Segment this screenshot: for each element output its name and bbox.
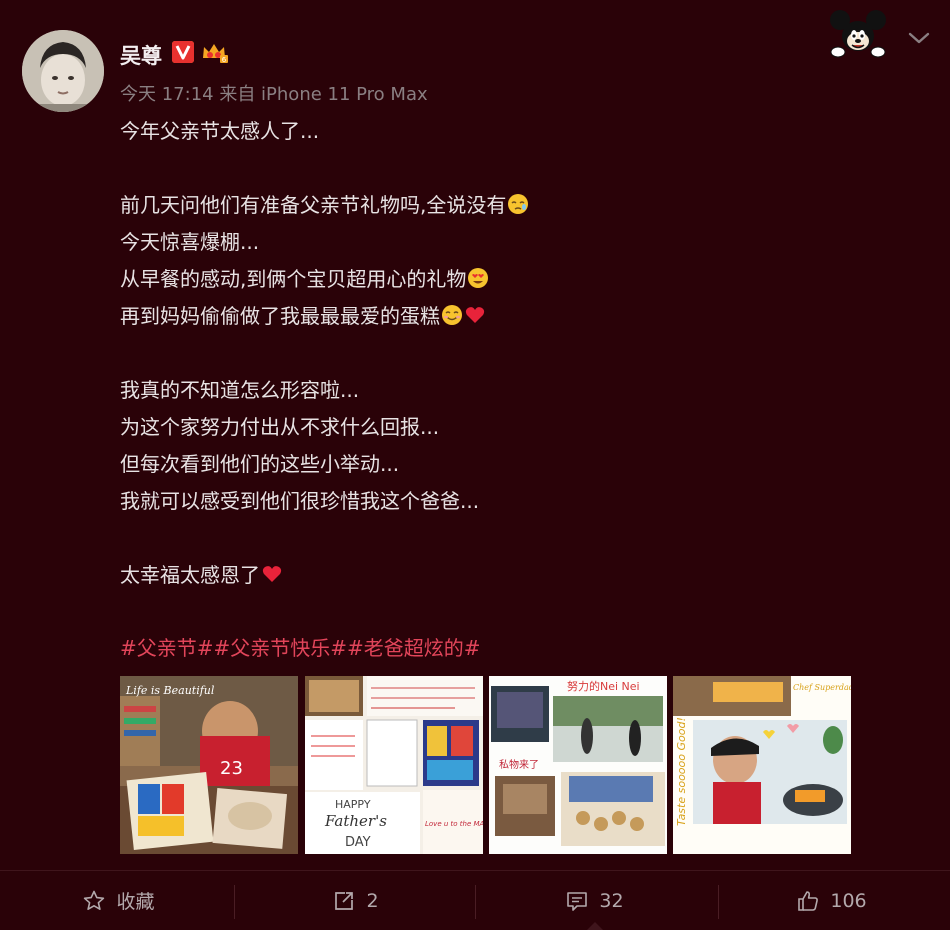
like-icon — [796, 889, 820, 913]
red-heart-icon — [464, 301, 486, 323]
verified-v-icon[interactable] — [172, 41, 194, 63]
repost-count: 2 — [366, 889, 379, 912]
post-line-text: 今年父亲节太感人了... — [120, 119, 320, 143]
action-bar: 收藏 2 32 106 — [0, 871, 950, 930]
post-line: 再到妈妈偷偷做了我最最最爱的蛋糕 — [120, 298, 900, 335]
author-name[interactable]: 吴尊 — [120, 40, 162, 70]
photo-thumbnail[interactable]: 努力的Nei Nei 私物来了 — [489, 676, 667, 854]
weibo-post-card: 吴尊 6 今天 17:14 来自 iPhone 11 Pro Max 今年父亲节… — [0, 0, 950, 930]
author-badges: 6 — [172, 40, 228, 64]
repost-icon — [332, 889, 356, 913]
post-line-text: 今天惊喜爆棚... — [120, 230, 260, 254]
hashtag-link[interactable]: #父亲节# — [120, 636, 214, 660]
post-line: 我就可以感受到他们很珍惜我这个爸爸... — [120, 483, 900, 520]
post-line: 为这个家努力付出从不求什么回报... — [120, 409, 900, 446]
hashtag-link[interactable]: #父亲节快乐# — [214, 636, 348, 660]
photo-thumbnail[interactable]: HAPPY Father's DAY Love u to the MAX — [305, 676, 483, 854]
post-line: 今年父亲节太感人了... — [120, 113, 900, 150]
chevron-down-icon[interactable] — [906, 28, 932, 48]
post-line: 前几天问他们有准备父亲节礼物吗,全说没有 — [120, 187, 900, 224]
post-line: 太幸福太感恩了 — [120, 557, 900, 594]
post-line-text: 我就可以感受到他们很珍惜我这个爸爸... — [120, 489, 480, 513]
like-button[interactable]: 106 — [713, 871, 950, 930]
comment-icon — [565, 889, 589, 913]
repost-button[interactable]: 2 — [237, 871, 474, 930]
favorite-button[interactable]: 收藏 — [0, 871, 237, 930]
post-line-text: 我真的不知道怎么形容啦... — [120, 378, 360, 402]
mickey-icon — [828, 8, 888, 58]
post-body: 今年父亲节太感人了... 前几天问他们有准备父亲节礼物吗,全说没有 今天惊喜爆棚… — [120, 113, 900, 594]
svg-text:6: 6 — [222, 56, 227, 64]
like-count: 106 — [830, 889, 867, 912]
favorite-label: 收藏 — [116, 891, 155, 913]
post-line-text: 但每次看到他们的这些小举动... — [120, 452, 400, 476]
post-line-text: 太幸福太感恩了 — [120, 563, 260, 587]
post-line: 但每次看到他们的这些小举动... — [120, 446, 900, 483]
post-line: 今天惊喜爆棚... — [120, 224, 900, 261]
img4-text-chef: Chef Superdaddy — [793, 683, 851, 692]
star-icon — [82, 889, 106, 913]
img2-text-fathers: Father's — [324, 812, 387, 830]
red-heart-icon — [261, 560, 283, 582]
post-line: 从早餐的感动,到俩个宝贝超用心的礼物 — [120, 261, 900, 298]
comment-pointer — [587, 922, 603, 930]
post-meta: 今天 17:14 来自 iPhone 11 Pro Max — [120, 84, 428, 105]
sleepy-face-icon — [507, 190, 529, 214]
crown-badge-icon[interactable]: 6 — [200, 40, 228, 64]
img2-text-happy: HAPPY — [335, 798, 371, 811]
svg-text:23: 23 — [220, 758, 243, 779]
avatar[interactable] — [22, 30, 104, 112]
post-line-text: 再到妈妈偷偷做了我最最最爱的蛋糕 — [120, 304, 440, 328]
smiling-face-icon — [441, 301, 463, 325]
post-line-text: 从早餐的感动,到俩个宝贝超用心的礼物 — [120, 267, 467, 291]
hashtag-link[interactable]: #老爸超炫的# — [347, 636, 481, 660]
post-line-text: 前几天问他们有准备父亲节礼物吗,全说没有 — [120, 193, 507, 217]
img4-text-taste: Taste sooooo Good! — [675, 717, 688, 826]
post-line-text: 为这个家努力付出从不求什么回报... — [120, 415, 440, 439]
photo-thumbnail[interactable]: 23 Life is Beautiful — [120, 676, 298, 854]
hashtag-row: #父亲节##父亲节快乐##老爸超炫的# — [120, 632, 481, 661]
action-separator — [234, 885, 235, 919]
photo-thumbnail[interactable]: Chef Superdaddy Taste sooooo Good! — [673, 676, 851, 854]
img2-text-day: DAY — [345, 835, 371, 850]
post-line: 我真的不知道怎么形容啦... — [120, 372, 900, 409]
img3-text-gift: 私物来了 — [499, 758, 539, 771]
img2-text-love: Love u to the MAX — [425, 820, 483, 828]
img1-caption: Life is Beautiful — [125, 684, 215, 697]
img3-text-nei: 努力的Nei Nei — [567, 679, 640, 693]
heart-eyes-icon — [467, 264, 489, 288]
comment-count: 32 — [599, 889, 624, 912]
